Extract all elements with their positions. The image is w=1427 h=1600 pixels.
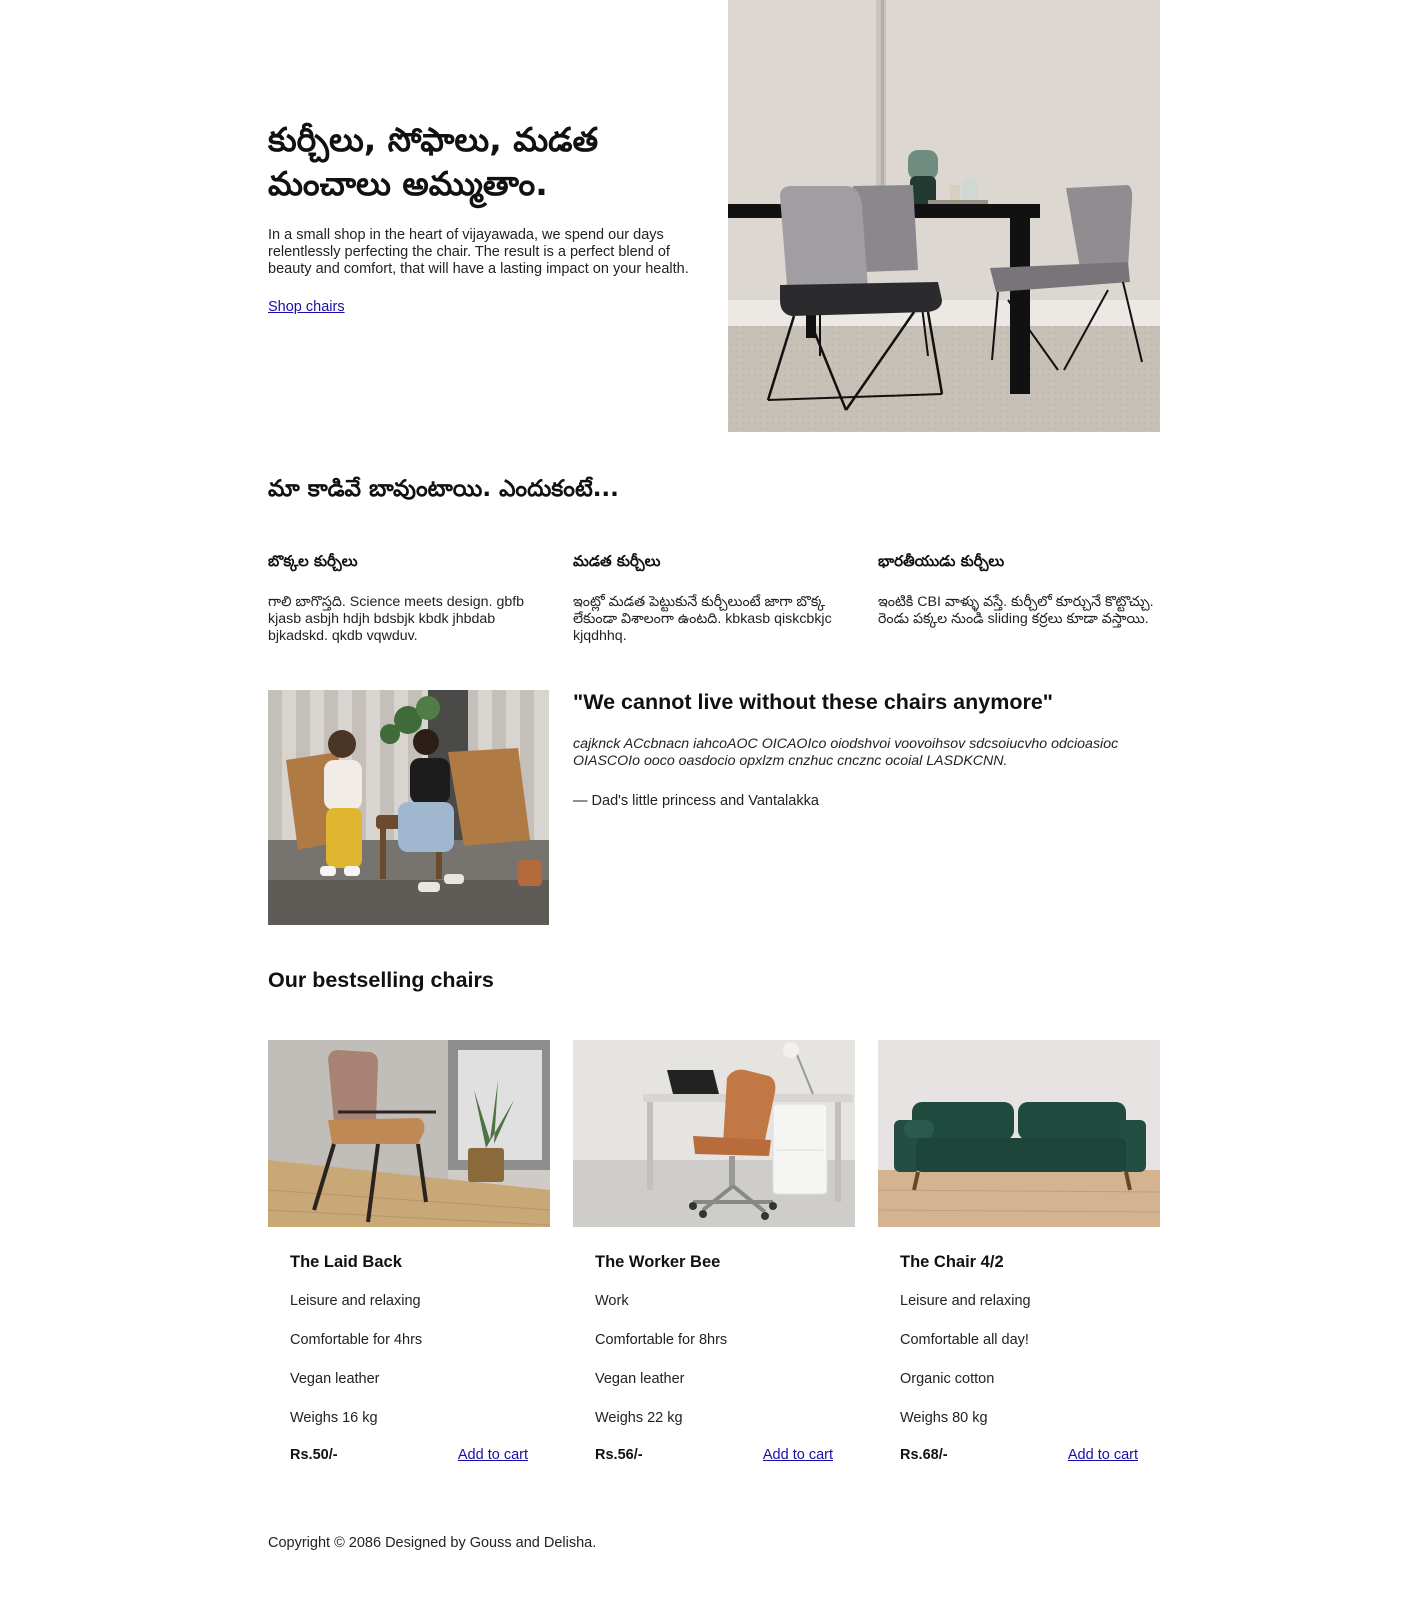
testimonial: "We cannot live without these chairs any…	[573, 690, 1163, 809]
product-attribute: Vegan leather	[595, 1371, 685, 1387]
product-attribute: Weighs 16 kg	[290, 1410, 378, 1426]
why-section-title: మా కాడివే బావుంటాయి. ఎందుకంటే...	[268, 476, 619, 502]
feature-text: గాలి బాగొస్తది. Science meets design. gb…	[268, 594, 525, 644]
product-card-laid-back: The Laid Back Leisure and relaxing Comfo…	[268, 1040, 550, 1463]
testimonial-body: cajknck ACcbnacn iahcoAOC OICAOIco oiods…	[573, 736, 1119, 769]
hero-section: కుర్చీలు, సోఫాలు, మడత మంచాలు అమ్ముతాం. I…	[268, 118, 708, 315]
testimonial-photo	[268, 690, 549, 925]
bestsellers-title: Our bestselling chairs	[268, 968, 494, 992]
hero-dining-set-image	[728, 0, 1160, 432]
product-attribute: Leisure and relaxing	[900, 1293, 1031, 1309]
feature-title: బొక్కల కుర్చీలు	[268, 552, 358, 570]
product-card-worker-bee: The Worker Bee Work Comfortable for 8hrs…	[573, 1040, 855, 1463]
product-price: Rs.50/-	[290, 1447, 338, 1463]
add-to-cart-button[interactable]: Add to cart	[1068, 1447, 1138, 1463]
product-name: The Chair 4/2	[900, 1253, 1004, 1271]
copyright-text: Copyright © 2086 Designed by Gouss and D…	[268, 1535, 597, 1551]
product-image	[573, 1040, 855, 1227]
testimonial-author: — Dad's little princess and Vantalakka	[573, 793, 819, 809]
feature-bharatheeyudu-chairs: భారతీయుడు కుర్చీలు ఇంటికి CBI వాళ్ళు వస్…	[878, 552, 1160, 628]
add-to-cart-button[interactable]: Add to cart	[763, 1447, 833, 1463]
product-attribute: Work	[595, 1293, 629, 1309]
product-attribute: Weighs 22 kg	[595, 1410, 683, 1426]
feature-folding-chairs: మడత కుర్చీలు ఇంట్లో మడత పెట్టుకునే కుర్చ…	[573, 552, 855, 645]
shop-chairs-link[interactable]: Shop chairs	[268, 299, 345, 315]
testimonial-quote: "We cannot live without these chairs any…	[573, 690, 1053, 714]
product-image	[268, 1040, 550, 1227]
feature-title: భారతీయుడు కుర్చీలు	[878, 552, 1005, 570]
product-price: Rs.56/-	[595, 1447, 643, 1463]
product-attribute: Comfortable for 4hrs	[290, 1332, 423, 1348]
feature-title: మడత కుర్చీలు	[573, 552, 661, 570]
product-attribute: Organic cotton	[900, 1371, 995, 1387]
product-attribute: Weighs 80 kg	[900, 1410, 988, 1426]
hero-description: In a small shop in the heart of vijayawa…	[268, 227, 689, 277]
product-price: Rs.68/-	[900, 1447, 948, 1463]
product-attribute: Comfortable all day!	[900, 1332, 1029, 1348]
hero-title: కుర్చీలు, సోఫాలు, మడత మంచాలు అమ్ముతాం.	[268, 120, 599, 203]
product-image	[878, 1040, 1160, 1227]
product-attribute: Vegan leather	[290, 1371, 380, 1387]
add-to-cart-button[interactable]: Add to cart	[458, 1447, 528, 1463]
feature-text: ఇంటికి CBI వాళ్ళు వస్తే. కుర్చీలో కూర్చు…	[878, 594, 1154, 627]
feature-holey-chairs: బొక్కల కుర్చీలు గాలి బాగొస్తది. Science …	[268, 552, 550, 645]
page: కుర్చీలు, సోఫాలు, మడత మంచాలు అమ్ముతాం. I…	[0, 0, 1427, 1600]
product-attribute: Leisure and relaxing	[290, 1293, 421, 1309]
product-card-chair-4-2: The Chair 4/2 Leisure and relaxing Comfo…	[878, 1040, 1160, 1463]
product-attribute: Comfortable for 8hrs	[595, 1332, 728, 1348]
feature-text: ఇంట్లో మడత పెట్టుకునే కుర్చీలుంటే జాగా బ…	[573, 594, 832, 644]
product-name: The Laid Back	[290, 1253, 402, 1271]
product-name: The Worker Bee	[595, 1253, 721, 1271]
